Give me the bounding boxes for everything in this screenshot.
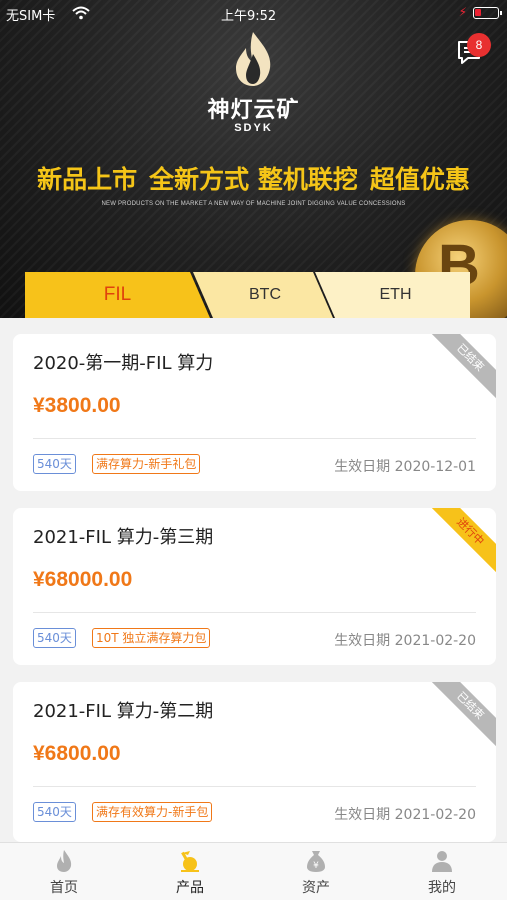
tab-btc[interactable]: BTC: [193, 272, 333, 318]
message-badge: 8: [467, 33, 491, 57]
divider: [33, 438, 476, 439]
duration-tag: 540天: [33, 802, 76, 822]
flame-icon: [57, 850, 72, 872]
carrier-label: 无SIM卡: [6, 9, 56, 24]
status-ribbon: 进行中: [428, 508, 496, 574]
effective-date: 生效日期 2021-02-20: [334, 633, 476, 649]
slogan-part-2: 全新方式 整机联挖: [149, 165, 358, 194]
nav-home[interactable]: 首页: [14, 843, 114, 900]
status-time: 上午9:52: [221, 9, 277, 24]
flame-logo-icon: [236, 32, 271, 86]
charging-icon: ⚡: [458, 5, 467, 19]
tab-eth[interactable]: ETH: [315, 272, 470, 318]
product-card[interactable]: 2021-FIL 算力-第二期 ¥6800.00 540天 满存有效算力-新手包…: [13, 682, 496, 842]
status-ribbon: 已结束: [428, 682, 496, 748]
miner-icon: [181, 851, 199, 872]
brand-subtitle: SDYK: [234, 122, 273, 134]
header-banner: 无SIM卡 上午9:52 ⚡ 神灯云矿 SDYK 新品上市 全新方式 整机联挖 超值…: [0, 0, 507, 318]
battery-icon: [473, 7, 502, 19]
nav-products[interactable]: 产品: [140, 843, 240, 900]
divider: [33, 786, 476, 787]
divider: [33, 612, 476, 613]
tab-label: BTC: [249, 286, 281, 303]
package-tag: 10T 独立满存算力包: [92, 628, 211, 648]
status-bar: 无SIM卡 上午9:52 ⚡: [0, 0, 507, 28]
slogan-part-3: 超值优惠: [369, 165, 470, 194]
user-icon: [432, 851, 452, 872]
product-price: ¥68000.00: [33, 568, 133, 591]
promo-slogan: 新品上市 全新方式 整机联挖 超值优惠: [0, 160, 507, 196]
slogan-part-1: 新品上市: [37, 165, 138, 194]
product-title: 2020-第一期-FIL 算力: [33, 353, 214, 374]
product-title: 2021-FIL 算力-第三期: [33, 527, 214, 548]
nav-label: 产品: [176, 880, 204, 896]
status-ribbon: 已结束: [428, 334, 496, 400]
package-tag: 满存算力-新手礼包: [92, 454, 201, 474]
promo-slogan-english: NEW PRODUCTS ON THE MARKET A NEW WAY OF …: [101, 201, 406, 207]
duration-tag: 540天: [33, 454, 76, 474]
money-bag-icon: ¥: [307, 851, 325, 872]
effective-date: 生效日期 2020-12-01: [334, 459, 476, 475]
coin-tabs: ETH BTC FIL: [25, 272, 470, 318]
product-card[interactable]: 2020-第一期-FIL 算力 ¥3800.00 540天 满存算力-新手礼包 …: [13, 334, 496, 491]
tab-label: ETH: [379, 286, 412, 303]
brand-name: 神灯云矿: [207, 98, 300, 123]
product-title: 2021-FIL 算力-第二期: [33, 701, 214, 722]
product-price: ¥6800.00: [33, 742, 121, 765]
product-card[interactable]: 2021-FIL 算力-第三期 ¥68000.00 540天 10T 独立满存算…: [13, 508, 496, 665]
nav-label: 首页: [50, 880, 78, 896]
effective-date: 生效日期 2021-02-20: [334, 807, 476, 823]
tab-fil[interactable]: FIL: [25, 272, 210, 318]
svg-text:¥: ¥: [313, 861, 319, 871]
product-price: ¥3800.00: [33, 394, 121, 417]
app-page: 无SIM卡 上午9:52 ⚡ 神灯云矿 SDYK 新品上市 全新方式 整机联挖 超值…: [0, 0, 507, 900]
bottom-nav: 首页 产品 ¥ 资产 我的: [0, 842, 507, 900]
nav-mine[interactable]: 我的: [392, 843, 492, 900]
nav-label: 我的: [428, 880, 456, 896]
tab-label: FIL: [103, 284, 132, 305]
nav-label: 资产: [302, 880, 330, 896]
nav-assets[interactable]: ¥ 资产: [266, 843, 366, 900]
package-tag: 满存有效算力-新手包: [92, 802, 213, 822]
wifi-icon: [72, 6, 90, 20]
duration-tag: 540天: [33, 628, 76, 648]
